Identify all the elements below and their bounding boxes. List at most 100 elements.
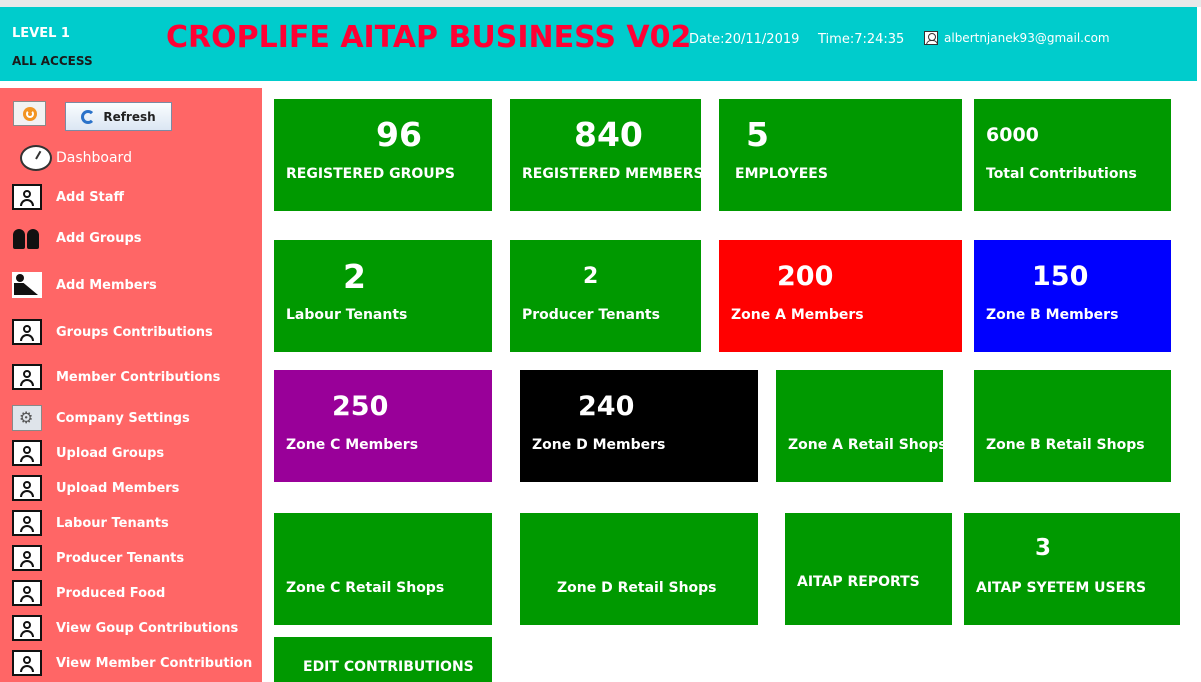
current-time: Time:7:24:35 [818,32,905,47]
tile-zone-b-members[interactable]: 150 Zone B Members [974,240,1171,352]
tile-zone-b-retail-shops[interactable]: Zone B Retail Shops [974,370,1171,482]
tile-label: EMPLOYEES [735,166,828,182]
sidebar-item-label: Add Members [56,277,157,293]
tile-zone-a-retail-shops[interactable]: Zone A Retail Shops [776,370,947,482]
folder-user-icon [12,615,42,641]
tile-registered-groups[interactable]: 96 REGISTERED GROUPS [274,99,492,211]
tile-zone-c-members[interactable]: 250 Zone C Members [274,370,492,482]
tile-registered-members[interactable]: 840 REGISTERED MEMBERS [510,99,704,211]
folder-user-icon [12,319,42,345]
tile-value: 200 [777,261,834,292]
tile-label: REGISTERED GROUPS [286,166,455,182]
sidebar-item-company-settings[interactable]: Company Settings [12,405,190,431]
sidebar-item-label: View Member Contribution [56,655,253,671]
sidebar-item-label: Member Contributions [56,369,221,385]
sidebar-item-labour-tenants[interactable]: Labour Tenants [12,510,169,536]
user-email: albertnjanek93@gmail.com [944,31,1110,45]
power-button[interactable] [13,101,46,126]
sidebar-item-member-contributions[interactable]: Member Contributions [12,364,220,390]
tile-employees[interactable]: 5 EMPLOYEES [719,99,962,211]
sidebar-item-dashboard[interactable]: Dashboard [20,145,132,171]
access-scope: ALL ACCESS [12,54,93,68]
tile-zone-d-retail-shops[interactable]: Zone D Retail Shops [520,513,758,625]
group-icon [12,225,42,251]
tile-value: 3 [1035,535,1052,561]
tile-zone-c-retail-shops[interactable]: Zone C Retail Shops [274,513,492,625]
tile-value: 840 [574,115,643,154]
tile-value: 240 [578,391,635,422]
tile-value: 2 [343,257,366,296]
tile-value: 2 [583,264,599,289]
sidebar-item-label: Producer Tenants [56,550,185,566]
sidebar-item-view-member-contribution[interactable]: View Member Contribution [12,650,252,676]
sidebar-item-view-group-contributions[interactable]: View Goup Contributions [12,615,238,641]
tile-total-contributions[interactable]: 6000 Total Contributions [974,99,1171,211]
folder-user-icon [12,440,42,466]
sidebar-item-upload-members[interactable]: Upload Members [12,475,179,501]
sidebar-item-label: Add Staff [56,189,125,205]
folder-user-icon [12,475,42,501]
tile-label: REGISTERED MEMBERS [522,166,704,182]
tile-label: Zone A Retail Shops [788,437,947,453]
sidebar: Refresh Dashboard Add Staff Add Groups A… [0,88,262,682]
sidebar-item-label: Dashboard [56,150,132,166]
tile-label: Zone B Members [986,307,1119,323]
app-title: CROPLIFE AITAP BUSINESS V02 [166,20,692,55]
sidebar-item-add-members[interactable]: Add Members [12,272,157,298]
tile-value: 96 [376,115,422,154]
tile-value: 250 [332,391,389,422]
tile-label: Zone B Retail Shops [986,437,1145,453]
tile-aitap-reports[interactable]: AITAP REPORTS [785,513,952,625]
folder-user-icon [12,650,42,676]
tile-value: 5 [746,115,769,154]
current-date: Date:20/11/2019 [689,32,800,47]
logged-user: albertnjanek93@gmail.com [924,31,1110,45]
power-icon [22,106,37,121]
tile-edit-contributions[interactable]: EDIT CONTRIBUTIONS [274,637,492,682]
tile-zone-a-members[interactable]: 200 Zone A Members [719,240,962,352]
user-icon [924,31,938,45]
folder-user-icon [12,364,42,390]
tile-label: Producer Tenants [522,307,660,323]
tile-label: Total Contributions [986,166,1137,182]
tile-label: Zone A Members [731,307,864,323]
sidebar-item-add-staff[interactable]: Add Staff [12,184,124,210]
sidebar-item-label: Groups Contributions [56,324,213,340]
folder-user-icon [12,545,42,571]
tile-value: 150 [1032,261,1089,292]
sidebar-item-label: Produced Food [56,585,166,601]
folder-user-icon [12,580,42,606]
folder-user-icon [12,510,42,536]
tile-zone-d-members[interactable]: 240 Zone D Members [520,370,758,482]
sidebar-item-producer-tenants[interactable]: Producer Tenants [12,545,184,571]
refresh-label: Refresh [103,109,156,124]
tile-label: Zone C Members [286,437,419,453]
access-level: LEVEL 1 [12,26,70,41]
tile-producer-tenants[interactable]: 2 Producer Tenants [510,240,701,352]
tile-label: EDIT CONTRIBUTIONS [303,659,474,675]
clock-icon [20,145,52,171]
worker-icon [12,272,42,298]
sidebar-item-add-groups[interactable]: Add Groups [12,225,142,251]
sidebar-item-label: Add Groups [56,230,142,246]
sidebar-item-groups-contributions[interactable]: Groups Contributions [12,319,213,345]
folder-user-icon [12,184,42,210]
refresh-button[interactable]: Refresh [65,102,172,131]
tile-label: Zone D Retail Shops [557,580,717,596]
tile-label: Zone C Retail Shops [286,580,445,596]
sidebar-item-produced-food[interactable]: Produced Food [12,580,165,606]
tile-labour-tenants[interactable]: 2 Labour Tenants [274,240,492,352]
tile-label: Labour Tenants [286,307,408,323]
tile-label: AITAP REPORTS [797,574,920,590]
window-top-strip [0,0,1201,7]
tile-label: Zone D Members [532,437,666,453]
tile-label: AITAP SYETEM USERS [976,580,1147,596]
sidebar-item-upload-groups[interactable]: Upload Groups [12,440,164,466]
sidebar-item-label: View Goup Contributions [56,620,239,636]
sidebar-item-label: Upload Members [56,480,180,496]
sidebar-item-label: Labour Tenants [56,515,169,531]
refresh-icon [81,109,96,124]
app-header: LEVEL 1 ALL ACCESS CROPLIFE AITAP BUSINE… [0,7,1197,81]
tile-system-users[interactable]: 3 AITAP SYETEM USERS [964,513,1180,625]
gear-icon [12,405,42,431]
